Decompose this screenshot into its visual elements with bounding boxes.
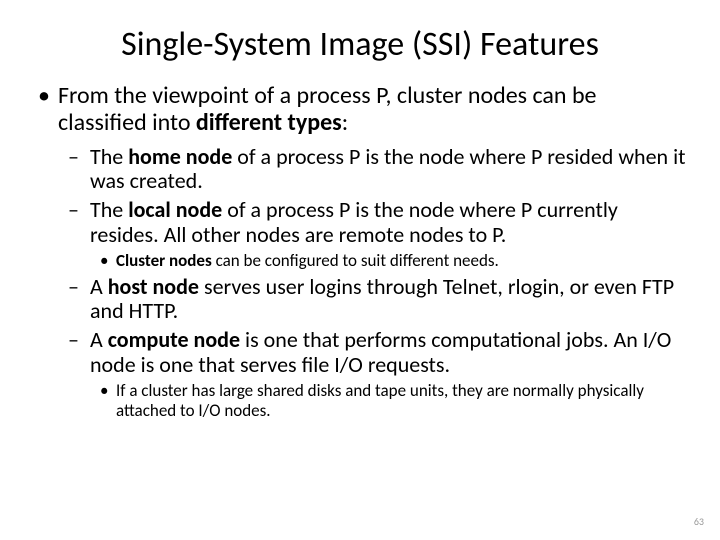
bullet-lvl3-item: Cluster nodes can be configured to suit … bbox=[116, 251, 688, 271]
text: can be configured to suit different need… bbox=[212, 250, 499, 271]
bullet-list-lvl3: Cluster nodes can be configured to suit … bbox=[90, 251, 688, 271]
text: The bbox=[90, 143, 128, 170]
bullet-lvl1-item: From the viewpoint of a process P, clust… bbox=[58, 83, 688, 420]
text: A bbox=[90, 273, 108, 300]
bullet-list-lvl3: If a cluster has large shared disks and … bbox=[90, 381, 688, 420]
bullet-lvl2-item: The local node of a process P is the nod… bbox=[90, 198, 688, 271]
bold-text: host node bbox=[108, 273, 199, 300]
bold-text: different types bbox=[196, 108, 342, 137]
bold-text: home node bbox=[128, 143, 232, 170]
slide-title: Single-System Image (SSI) Features bbox=[32, 24, 688, 65]
bold-text: compute node bbox=[108, 326, 240, 353]
text: : bbox=[342, 108, 348, 137]
bullet-lvl2-item: The home node of a process P is the node… bbox=[90, 145, 688, 194]
bullet-list-lvl2: The home node of a process P is the node… bbox=[58, 145, 688, 421]
text: A bbox=[90, 326, 108, 353]
bullet-lvl3-item: If a cluster has large shared disks and … bbox=[116, 381, 688, 420]
bold-text: Cluster nodes bbox=[116, 250, 212, 271]
text: The bbox=[90, 196, 128, 223]
bold-text: local node bbox=[128, 196, 222, 223]
bullet-lvl2-item: A host node serves user logins through T… bbox=[90, 275, 688, 324]
page-number: 63 bbox=[694, 515, 704, 528]
bullet-lvl2-item: A compute node is one that performs comp… bbox=[90, 328, 688, 420]
bullet-list-lvl1: From the viewpoint of a process P, clust… bbox=[32, 83, 688, 420]
slide: Single-System Image (SSI) Features From … bbox=[0, 0, 720, 540]
text: If a cluster has large shared disks and … bbox=[116, 380, 644, 421]
